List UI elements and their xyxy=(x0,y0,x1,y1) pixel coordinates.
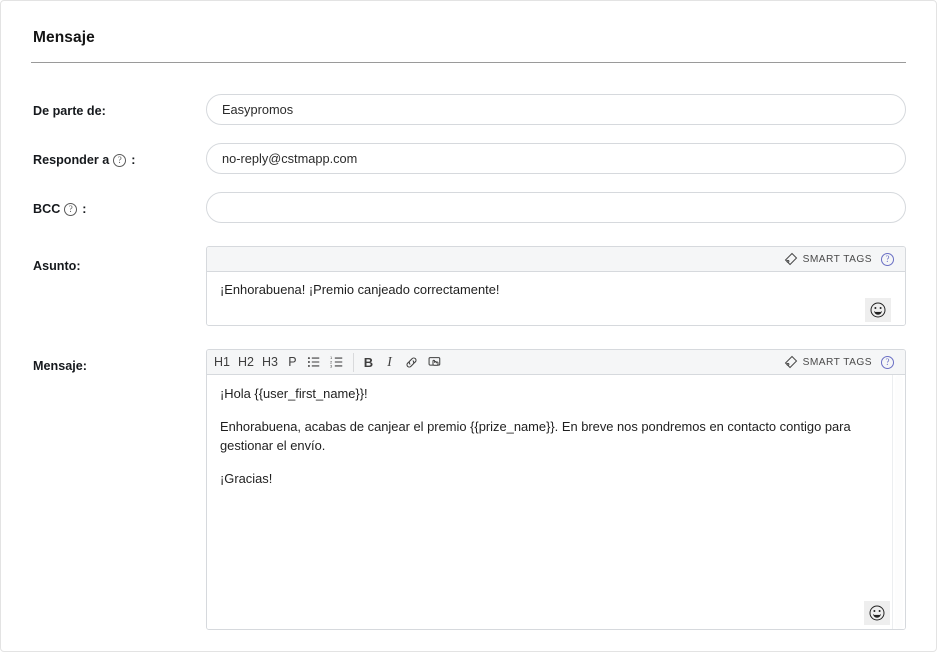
form-row-from: De parte de: xyxy=(31,94,906,125)
label-from: De parte de: xyxy=(31,94,206,118)
insert-button-icon xyxy=(427,355,442,370)
italic-button[interactable]: I xyxy=(380,352,399,373)
message-paragraph: Enhorabuena, acabas de canjear el premio… xyxy=(220,419,851,453)
heading-1-button[interactable]: H1 xyxy=(211,352,233,373)
subject-input-area[interactable]: ¡Enhorabuena! ¡Premio canjeado correctam… xyxy=(207,272,905,325)
emoji-picker-button-message[interactable] xyxy=(864,601,890,625)
reply-to-input[interactable] xyxy=(206,143,906,174)
label-subject-text: Asunto: xyxy=(33,259,81,273)
heading-2-button[interactable]: H2 xyxy=(235,352,257,373)
smiley-emoji-icon xyxy=(870,302,886,318)
message-scrollbar-thumb[interactable] xyxy=(895,375,903,629)
message-input-area[interactable]: ¡Hola {{user_first_name}}! Enhorabuena, … xyxy=(207,375,905,629)
label-reply-to-colon: : xyxy=(131,153,136,167)
form-row-bcc: BCC ? : xyxy=(31,192,906,223)
label-message: Mensaje: xyxy=(31,349,206,373)
form-row-message: Mensaje: H1 H2 H3 P 1 2 3 B I SMART TAGS… xyxy=(31,349,906,630)
help-circle-icon[interactable]: ? xyxy=(64,202,78,216)
smiley-emoji-icon xyxy=(869,605,885,621)
label-bcc: BCC ? : xyxy=(31,192,206,216)
label-reply-to-text: Responder a xyxy=(33,153,110,167)
label-bcc-text: BCC xyxy=(33,202,61,216)
insert-button-button[interactable] xyxy=(424,352,445,373)
help-circle-icon[interactable]: ? xyxy=(113,153,127,167)
label-from-text: De parte de: xyxy=(33,104,106,118)
smart-tags-button-subject[interactable]: SMART TAGS ? xyxy=(783,252,899,267)
subject-value[interactable]: ¡Enhorabuena! ¡Premio canjeado correctam… xyxy=(207,272,905,299)
title-divider xyxy=(31,62,906,63)
smart-tags-label: SMART TAGS xyxy=(802,356,872,368)
toolbar-separator xyxy=(352,352,354,372)
tag-icon xyxy=(783,252,798,267)
bullet-list-icon xyxy=(307,355,322,370)
link-button[interactable] xyxy=(401,352,422,373)
bold-button[interactable]: B xyxy=(359,352,378,373)
form-row-subject: Asunto: SMART TAGS ? ¡Enhorabuena! ¡Prem… xyxy=(31,246,906,326)
emoji-picker-button-subject[interactable] xyxy=(865,298,891,322)
paragraph-button[interactable]: P xyxy=(283,352,302,373)
svg-text:3: 3 xyxy=(330,363,333,368)
toolbar-group-formatting: H1 H2 H3 P 1 2 3 xyxy=(211,352,348,373)
tag-icon xyxy=(783,355,798,370)
message-scrollbar[interactable] xyxy=(892,375,905,629)
label-reply-to: Responder a ? : xyxy=(31,143,206,167)
subject-editor-toolbar: SMART TAGS ? xyxy=(207,247,905,272)
help-circle-icon[interactable]: ? xyxy=(881,252,894,266)
toolbar-group-inline: B I xyxy=(359,352,445,373)
link-icon xyxy=(404,355,419,370)
numbered-list-button[interactable]: 1 2 3 xyxy=(327,352,348,373)
smart-tags-button-message[interactable]: SMART TAGS ? xyxy=(783,355,899,370)
subject-editor: SMART TAGS ? ¡Enhorabuena! ¡Premio canje… xyxy=(206,246,906,326)
smart-tags-label: SMART TAGS xyxy=(802,253,872,265)
message-editor-toolbar: H1 H2 H3 P 1 2 3 B I SMART TAGS ? xyxy=(207,350,905,375)
bullet-list-button[interactable] xyxy=(304,352,325,373)
label-subject: Asunto: xyxy=(31,246,206,273)
help-circle-icon[interactable]: ? xyxy=(881,355,894,369)
message-editor: H1 H2 H3 P 1 2 3 B I SMART TAGS ? ¡Hola … xyxy=(206,349,906,630)
heading-3-button[interactable]: H3 xyxy=(259,352,281,373)
page-title: Mensaje xyxy=(33,29,95,46)
numbered-list-icon: 1 2 3 xyxy=(330,355,345,370)
message-settings-card: Mensaje De parte de: Responder a ? : xyxy=(0,0,937,652)
label-bcc-colon: : xyxy=(82,202,87,216)
form-row-reply-to: Responder a ? : xyxy=(31,143,906,174)
from-input[interactable] xyxy=(206,94,906,125)
message-paragraph: ¡Hola {{user_first_name}}! xyxy=(220,386,368,401)
message-paragraph: ¡Gracias! xyxy=(220,470,273,486)
bcc-input[interactable] xyxy=(206,192,906,223)
label-message-text: Mensaje: xyxy=(33,359,87,373)
message-body[interactable]: ¡Hola {{user_first_name}}! Enhorabuena, … xyxy=(207,375,905,488)
